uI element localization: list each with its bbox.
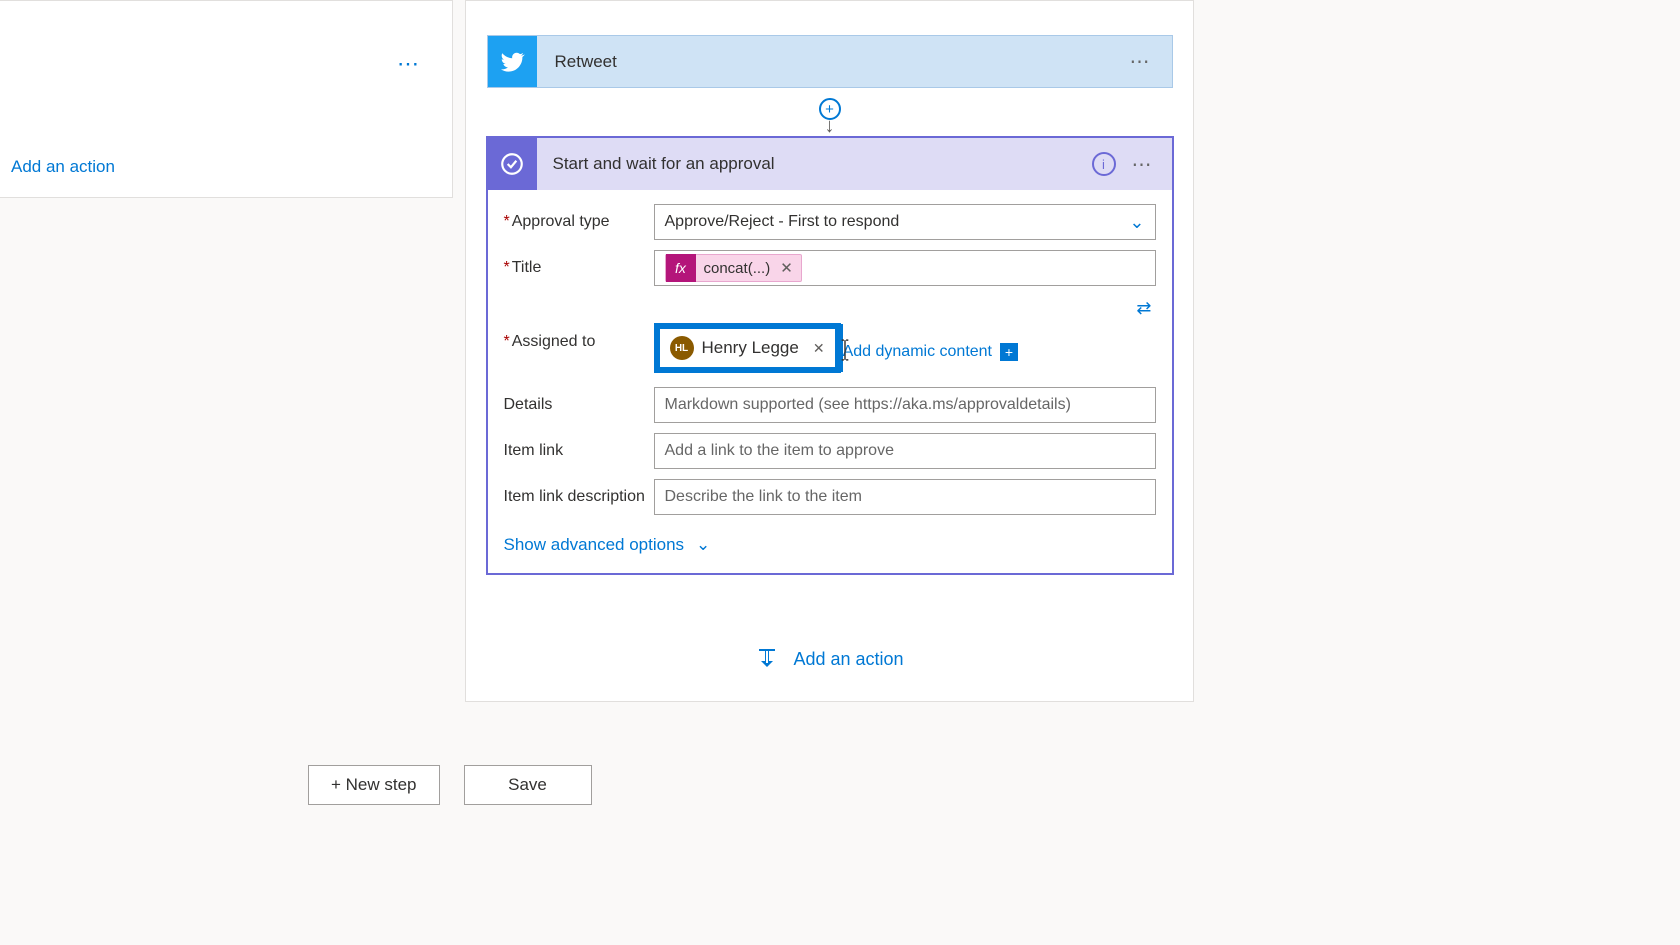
item-link-description-placeholder: Describe the link to the item (665, 488, 862, 506)
approval-type-label: Approval type (512, 213, 610, 230)
item-link-input[interactable]: Add a link to the item to approve (654, 433, 1156, 469)
fx-icon: fx (666, 254, 696, 282)
ellipsis-menu-icon[interactable]: ⋯ (1130, 49, 1152, 74)
approval-title: Start and wait for an approval (553, 154, 775, 174)
person-name: Henry Legge (702, 338, 799, 358)
arrow-down-icon: ↓ (825, 115, 835, 138)
assigned-to-highlight: HL Henry Legge ✕ (654, 323, 841, 373)
title-label: Title (512, 259, 542, 276)
save-label: Save (508, 775, 547, 795)
add-action-button[interactable]: Add an action (755, 647, 903, 671)
add-action-button[interactable]: Add an action (0, 155, 115, 179)
approval-type-row: *Approval type Approve/Reject - First to… (504, 204, 1156, 240)
new-step-label: + New step (331, 775, 417, 795)
swap-mode-icon[interactable]: ⇄ (504, 298, 1152, 319)
approval-type-value: Approve/Reject - First to respond (665, 213, 900, 231)
ellipsis-menu-icon[interactable]: ⋯ (397, 51, 422, 77)
flow-connector: + ↓ (829, 88, 831, 136)
add-dynamic-content-link[interactable]: Add dynamic content + (843, 331, 1018, 373)
show-advanced-options-link[interactable]: Show advanced options ⌄ (504, 535, 711, 555)
item-link-description-label: Item link description (504, 488, 645, 505)
footer-buttons: + New step Save (308, 765, 592, 805)
item-link-description-row: Item link description Describe the link … (504, 479, 1156, 515)
chevron-down-icon: ⌄ (1129, 212, 1144, 233)
details-row: Details Markdown supported (see https://… (504, 387, 1156, 423)
parallel-branch-card[interactable]: ⋯ Add an action (0, 0, 453, 198)
item-link-row: Item link Add a link to the item to appr… (504, 433, 1156, 469)
add-action-label: Add an action (11, 157, 115, 177)
add-dynamic-content-label: Add dynamic content (843, 343, 992, 361)
show-advanced-options-label: Show advanced options (504, 535, 685, 555)
assigned-to-label: Assigned to (512, 333, 596, 350)
add-action-label: Add an action (793, 649, 903, 670)
approval-icon (488, 138, 537, 190)
title-input[interactable]: fx concat(...) ✕ (654, 250, 1156, 286)
retweet-title: Retweet (555, 52, 617, 72)
details-input[interactable]: Markdown supported (see https://aka.ms/a… (654, 387, 1156, 423)
chevron-down-icon: ⌄ (696, 535, 710, 555)
assigned-to-input[interactable]: HL Henry Legge ✕ (658, 327, 837, 369)
approval-form: *Approval type Approve/Reject - First to… (488, 190, 1172, 573)
approval-action-card: Start and wait for an approval i ⋯ *Appr… (486, 136, 1174, 575)
retweet-action-card[interactable]: Retweet ⋯ (487, 35, 1173, 88)
twitter-icon (488, 36, 537, 87)
title-row: *Title fx concat(...) ✕ (504, 250, 1156, 286)
expression-token[interactable]: fx concat(...) ✕ (665, 254, 802, 282)
new-step-button[interactable]: + New step (308, 765, 440, 805)
approval-type-select[interactable]: Approve/Reject - First to respond ⌄ (654, 204, 1156, 240)
plus-icon: + (1000, 343, 1018, 361)
remove-token-icon[interactable]: ✕ (778, 259, 801, 277)
assigned-to-row: *Assigned to HL Henry Legge ✕ (504, 323, 1156, 373)
ellipsis-menu-icon[interactable]: ⋯ (1132, 152, 1154, 177)
item-link-label: Item link (504, 442, 564, 459)
item-link-placeholder: Add a link to the item to approve (665, 442, 894, 460)
info-icon[interactable]: i (1092, 152, 1116, 176)
approval-card-header[interactable]: Start and wait for an approval i ⋯ (488, 138, 1172, 190)
details-label: Details (504, 396, 553, 413)
flow-column: Retweet ⋯ + ↓ Start and wait for an appr… (465, 0, 1194, 702)
expression-text: concat(...) (696, 260, 779, 277)
avatar: HL (670, 336, 694, 360)
remove-person-icon[interactable]: ✕ (813, 340, 825, 357)
details-placeholder: Markdown supported (see https://aka.ms/a… (665, 396, 1071, 414)
person-chip[interactable]: HL Henry Legge ✕ (666, 333, 829, 363)
item-link-description-input[interactable]: Describe the link to the item (654, 479, 1156, 515)
insert-action-icon (755, 647, 779, 671)
save-button[interactable]: Save (464, 765, 592, 805)
